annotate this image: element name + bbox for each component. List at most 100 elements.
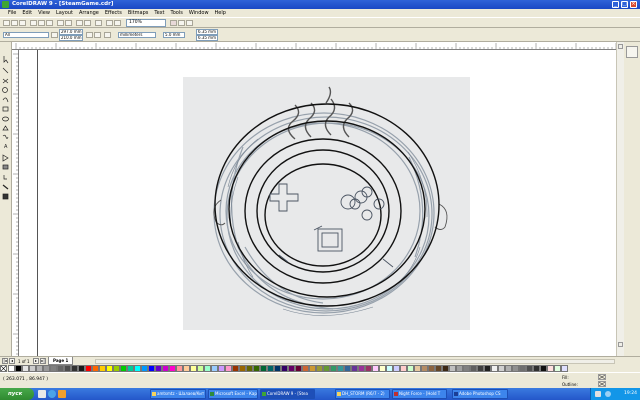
quick-launch-browser-icon[interactable] (48, 390, 56, 398)
units-select[interactable]: millimeters (118, 32, 156, 38)
language-indicator-icon[interactable] (595, 391, 601, 397)
page-height-field[interactable]: 210.0 mm (59, 35, 83, 41)
color-swatch[interactable] (71, 365, 78, 372)
color-swatch[interactable] (43, 365, 50, 372)
color-swatch[interactable] (85, 365, 92, 372)
color-swatch[interactable] (57, 365, 64, 372)
color-swatch[interactable] (141, 365, 148, 372)
color-swatch[interactable] (400, 365, 407, 372)
color-swatch[interactable] (64, 365, 71, 372)
menu-bitmaps[interactable]: Bitmaps (125, 9, 152, 17)
color-swatch[interactable] (540, 365, 547, 372)
quick-launch-desktop-icon[interactable] (38, 390, 46, 398)
color-swatch[interactable] (470, 365, 477, 372)
color-swatch[interactable] (232, 365, 239, 372)
color-swatch[interactable] (78, 365, 85, 372)
menu-text[interactable]: Text (151, 9, 167, 17)
transform-icon[interactable] (178, 20, 185, 26)
color-swatch[interactable] (288, 365, 295, 372)
menu-arrange[interactable]: Arrange (76, 9, 102, 17)
zoom-level-select[interactable]: 170% (126, 19, 166, 27)
color-swatch[interactable] (428, 365, 435, 372)
color-swatch[interactable] (393, 365, 400, 372)
export-icon[interactable] (84, 20, 91, 26)
color-swatch[interactable] (183, 365, 190, 372)
color-swatch[interactable] (379, 365, 386, 372)
color-swatch[interactable] (281, 365, 288, 372)
vertical-scrollbar[interactable] (616, 42, 624, 356)
import-icon[interactable] (76, 20, 83, 26)
taskbar-item-dh-storm[interactable]: DH_STORM (R6/7 - 2) (335, 389, 390, 399)
color-swatch[interactable] (267, 365, 274, 372)
undo-icon[interactable] (57, 20, 64, 26)
color-swatch[interactable] (512, 365, 519, 372)
scroll-down-button[interactable] (618, 342, 623, 347)
paper-size-icon[interactable] (51, 32, 58, 38)
color-swatch[interactable] (519, 365, 526, 372)
color-swatch[interactable] (239, 365, 246, 372)
quick-launch-media-icon[interactable] (58, 390, 66, 398)
color-swatch[interactable] (365, 365, 372, 372)
color-swatch[interactable] (323, 365, 330, 372)
color-swatch[interactable] (155, 365, 162, 372)
color-swatch[interactable] (99, 365, 106, 372)
color-swatch[interactable] (8, 365, 15, 372)
color-swatch[interactable] (211, 365, 218, 372)
maximize-button[interactable]: □ (621, 1, 628, 8)
portrait-icon[interactable] (86, 32, 93, 38)
color-swatch[interactable] (505, 365, 512, 372)
sketch-bitmap[interactable] (183, 77, 470, 330)
fill-indicator[interactable] (598, 374, 606, 380)
landscape-icon[interactable] (94, 32, 101, 38)
duplicate-distance-y-field[interactable]: 6.35 mm (196, 35, 218, 41)
color-swatch[interactable] (36, 365, 43, 372)
color-swatch[interactable] (449, 365, 456, 372)
color-swatch[interactable] (190, 365, 197, 372)
color-swatch[interactable] (295, 365, 302, 372)
first-page-button[interactable]: |◂ (2, 358, 8, 364)
color-swatch[interactable] (253, 365, 260, 372)
color-swatch[interactable] (372, 365, 379, 372)
redo-icon[interactable] (65, 20, 72, 26)
color-swatch[interactable] (386, 365, 393, 372)
horizontal-scrollbar[interactable] (95, 359, 615, 364)
copy-icon[interactable] (38, 20, 45, 26)
scroll-up-button[interactable] (618, 44, 623, 49)
menu-edit[interactable]: Edit (19, 9, 35, 17)
cut-icon[interactable] (30, 20, 37, 26)
color-swatch[interactable] (225, 365, 232, 372)
print-icon[interactable] (95, 20, 102, 26)
docker-tab[interactable] (626, 46, 638, 58)
color-swatch[interactable] (15, 365, 22, 372)
color-swatch[interactable] (113, 365, 120, 372)
color-swatch[interactable] (498, 365, 505, 372)
menu-tools[interactable]: Tools (168, 9, 186, 17)
color-swatch[interactable] (330, 365, 337, 372)
object-type-select[interactable]: All (3, 32, 49, 38)
color-swatch[interactable] (477, 365, 484, 372)
color-swatch[interactable] (533, 365, 540, 372)
color-swatch[interactable] (407, 365, 414, 372)
color-swatch[interactable] (547, 365, 554, 372)
color-swatch[interactable] (50, 365, 57, 372)
color-swatch[interactable] (120, 365, 127, 372)
color-swatch[interactable] (29, 365, 36, 372)
color-swatch[interactable] (246, 365, 253, 372)
start-button[interactable]: пуск (0, 388, 34, 400)
color-swatch[interactable] (484, 365, 491, 372)
color-swatch[interactable] (491, 365, 498, 372)
taskbar-item-night-force[interactable]: Night Force - [Hold T (392, 389, 447, 399)
nudge-offset-field[interactable]: 5.0 mm (163, 32, 185, 38)
color-swatch[interactable] (148, 365, 155, 372)
vertical-ruler[interactable] (12, 50, 19, 356)
color-swatch[interactable] (337, 365, 344, 372)
menu-window[interactable]: Window (186, 9, 212, 17)
taskbar-item-photoshop[interactable]: Adobe Photoshop CS (452, 389, 508, 399)
color-swatch[interactable] (302, 365, 309, 372)
next-page-button[interactable]: ▸ (33, 358, 39, 364)
taskbar-item-coreldraw[interactable]: CorelDRAW 9 - [Stea (260, 389, 315, 399)
outline-indicator[interactable] (598, 381, 606, 387)
color-swatch[interactable] (218, 365, 225, 372)
color-swatch[interactable] (22, 365, 29, 372)
color-swatch[interactable] (435, 365, 442, 372)
